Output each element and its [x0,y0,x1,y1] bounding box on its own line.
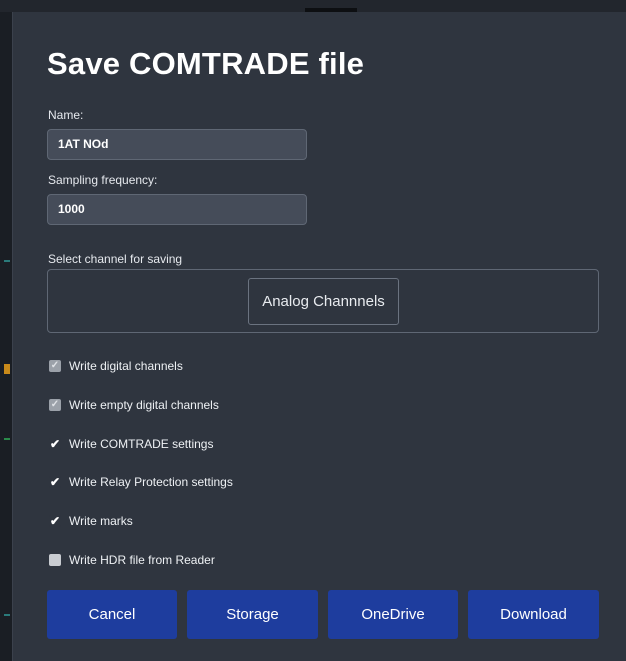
option-write-digital-channels[interactable]: ✓ Write digital channels [49,359,183,373]
option-write-relay-protection-settings[interactable]: ✔ Write Relay Protection settings [49,475,233,489]
checkmark-icon: ✔ [49,475,61,489]
option-label: Write empty digital channels [69,398,219,412]
background-mark [4,614,10,616]
name-label: Name: [48,108,84,122]
dialog-title: Save COMTRADE file [47,46,365,81]
option-label: Write digital channels [69,359,183,373]
checkbox-write-marks[interactable]: ✔ [49,515,61,527]
option-write-empty-digital-channels[interactable]: ✓ Write empty digital channels [49,398,219,412]
sampling-frequency-label: Sampling frequency: [48,173,158,187]
checkmark-icon: ✔ [49,514,61,528]
download-button[interactable]: Download [468,590,599,639]
checkmark-icon: ✔ [49,437,61,451]
checkbox-write-hdr-file[interactable] [49,554,61,566]
background-app-toolbar [0,0,626,14]
option-label: Write HDR file from Reader [69,553,215,567]
onedrive-button[interactable]: OneDrive [328,590,458,639]
background-mark [4,260,10,262]
option-label: Write Relay Protection settings [69,475,233,489]
option-write-comtrade-settings[interactable]: ✔ Write COMTRADE settings [49,437,213,451]
channel-select-box: Analog Channnels [47,269,599,333]
channel-select-label: Select channel for saving [48,252,183,266]
option-label: Write marks [69,514,133,528]
background-mark [4,438,10,440]
checkbox-write-comtrade-settings[interactable]: ✔ [49,438,61,450]
analog-channels-button[interactable]: Analog Channnels [248,278,399,325]
save-comtrade-dialog: Save COMTRADE file Name: 1AT NOd Samplin… [12,12,626,661]
option-write-marks[interactable]: ✔ Write marks [49,514,133,528]
name-input[interactable]: 1AT NOd [47,129,307,160]
checkbox-write-digital-channels[interactable]: ✓ [49,360,61,372]
cancel-button[interactable]: Cancel [47,590,177,639]
background-app-panel [0,12,12,661]
checkbox-write-relay-protection-settings[interactable]: ✔ [49,476,61,488]
storage-button[interactable]: Storage [187,590,318,639]
option-write-hdr-file[interactable]: Write HDR file from Reader [49,553,215,567]
checkbox-write-empty-digital-channels[interactable]: ✓ [49,399,61,411]
sampling-frequency-input[interactable]: 1000 [47,194,307,225]
background-mark [4,364,10,374]
option-label: Write COMTRADE settings [69,437,214,451]
